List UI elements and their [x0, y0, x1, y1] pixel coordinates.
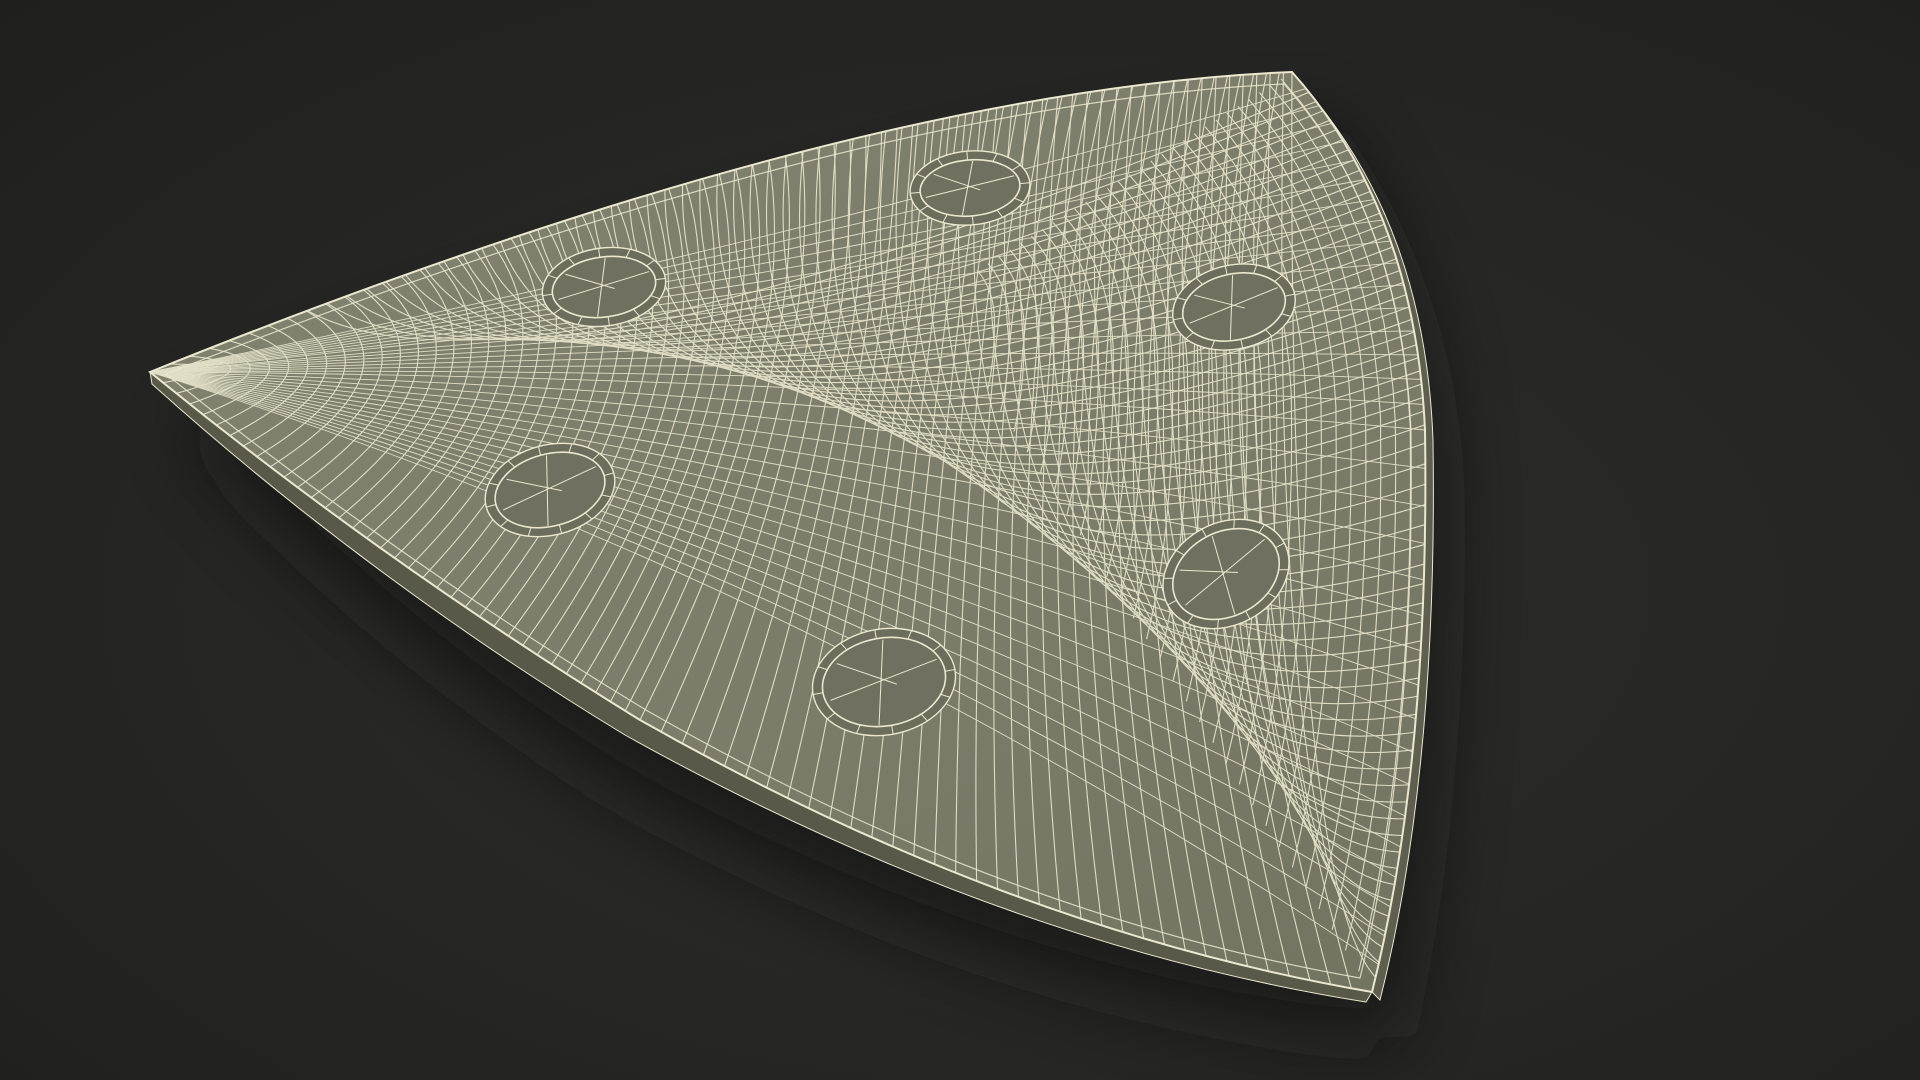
wireframe-render [148, 70, 1440, 1040]
render-viewport [0, 0, 1920, 1080]
